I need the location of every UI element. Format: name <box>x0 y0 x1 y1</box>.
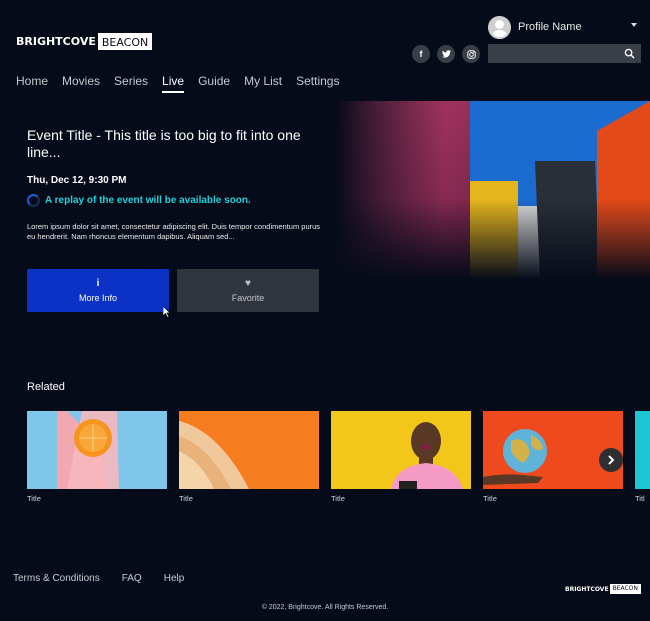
related-title: Title <box>331 494 345 503</box>
more-info-label: More Info <box>78 293 118 303</box>
favorite-label: Favorite <box>231 293 265 303</box>
replay-text: A replay of the event will be available … <box>45 195 251 206</box>
related-thumbnail <box>483 411 623 489</box>
brand-logo[interactable]: BRIGHTCOVE BEACON <box>16 33 153 50</box>
instagram-icon[interactable] <box>462 45 480 63</box>
logo-primary-text: BRIGHTCOVE <box>16 35 96 48</box>
nav-item-settings[interactable]: Settings <box>296 74 339 93</box>
logo-primary-text: BRIGHTCOVE <box>565 585 609 593</box>
facebook-icon[interactable]: f <box>412 45 430 63</box>
related-thumbnail <box>635 411 650 489</box>
related-title: Title <box>27 494 41 503</box>
logo-secondary-text: BEACON <box>97 33 153 50</box>
nav-item-live[interactable]: Live <box>162 74 185 93</box>
search-input[interactable] <box>488 44 618 63</box>
more-info-button[interactable]: i More Info <box>27 269 169 312</box>
info-icon: i <box>96 278 100 289</box>
logo-secondary-text: BEACON <box>609 584 641 594</box>
heart-icon: ♥ <box>245 278 251 289</box>
nav-item-series[interactable]: Series <box>114 74 148 93</box>
social-links: f <box>412 45 480 63</box>
footer-link-help[interactable]: Help <box>164 573 185 584</box>
profile-name: Profile Name <box>518 21 582 33</box>
related-thumbnail <box>179 411 319 489</box>
carousel-next-button[interactable] <box>599 448 623 472</box>
event-description: Lorem ipsum dolor sit amet, consectetur … <box>27 222 321 241</box>
hero-image <box>335 101 650 279</box>
related-thumbnail <box>27 411 167 489</box>
related-title: Titl <box>635 494 645 503</box>
related-title: Title <box>179 494 193 503</box>
related-card[interactable]: Title <box>331 411 471 503</box>
replay-notice: A replay of the event will be available … <box>27 194 251 207</box>
copyright-text: © 2022, Brightcove. All Rights Reserved. <box>261 604 389 611</box>
nav-item-guide[interactable]: Guide <box>198 74 230 93</box>
footer-link-faq[interactable]: FAQ <box>122 573 142 584</box>
related-card[interactable]: Title <box>27 411 167 503</box>
profile-menu[interactable]: Profile Name <box>488 14 642 40</box>
related-heading: Related <box>27 381 65 393</box>
footer-links: Terms & Conditions FAQ Help <box>13 573 206 584</box>
related-title: Title <box>483 494 497 503</box>
footer-link-terms[interactable]: Terms & Conditions <box>13 573 100 584</box>
chevron-down-icon[interactable] <box>631 23 637 27</box>
twitter-icon[interactable] <box>437 45 455 63</box>
avatar-icon <box>488 15 511 39</box>
mouse-cursor-icon <box>163 306 171 318</box>
related-card[interactable]: Title <box>179 411 319 503</box>
chevron-right-icon <box>608 455 615 465</box>
loading-spinner-icon <box>27 194 40 207</box>
nav-item-my-list[interactable]: My List <box>244 74 282 93</box>
favorite-button[interactable]: ♥ Favorite <box>177 269 319 312</box>
search-icon[interactable] <box>624 48 635 59</box>
nav-item-home[interactable]: Home <box>16 74 48 93</box>
nav-item-movies[interactable]: Movies <box>62 74 100 93</box>
footer-logo[interactable]: BRIGHTCOVE BEACON <box>565 584 641 594</box>
event-title: Event Title - This title is too big to f… <box>27 127 301 160</box>
main-nav: Home Movies Series Live Guide My List Se… <box>16 74 353 93</box>
related-card[interactable]: Titl <box>635 411 650 503</box>
event-date: Thu, Dec 12, 9:30 PM <box>27 175 127 186</box>
related-thumbnail <box>331 411 471 489</box>
search-box <box>488 44 641 63</box>
